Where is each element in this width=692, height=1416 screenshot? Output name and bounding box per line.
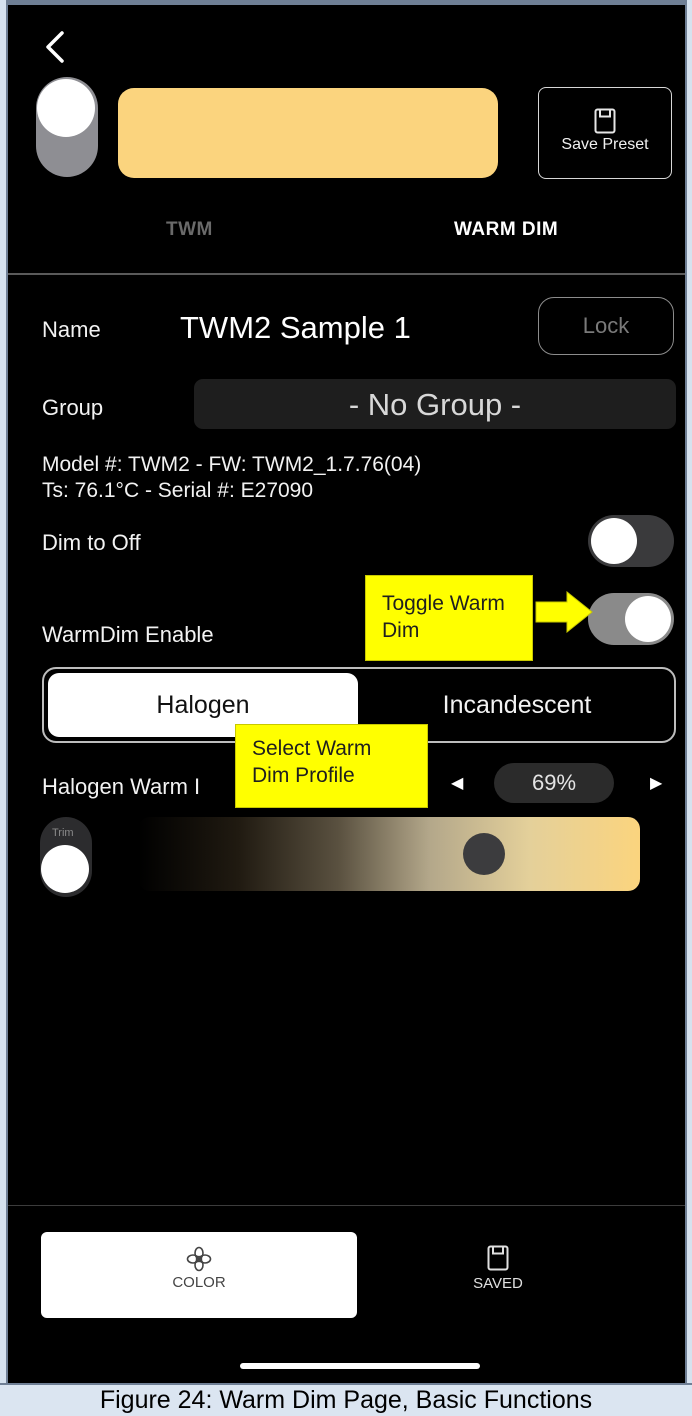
warmdim-enable-label: WarmDim Enable xyxy=(42,622,214,647)
figure-caption: Figure 24: Warm Dim Page, Basic Function… xyxy=(0,1383,692,1416)
bottom-nav-divider xyxy=(8,1205,685,1206)
dim-to-off-label: Dim to Off xyxy=(42,530,141,555)
group-label: Group xyxy=(42,395,104,420)
decrease-arrow-icon[interactable]: ◀ xyxy=(451,773,463,793)
warm-dim-slider[interactable] xyxy=(138,817,640,891)
callout-arrow-icon xyxy=(535,591,593,633)
tab-twm[interactable]: TWM xyxy=(166,219,213,241)
nav-saved-button[interactable]: SAVED xyxy=(438,1245,558,1293)
callout-select-profile: Select Warm Dim Profile xyxy=(235,724,428,808)
save-preset-label: Save Preset xyxy=(561,136,649,153)
frame-right-border xyxy=(685,0,692,1383)
trim-label: Trim xyxy=(52,827,74,839)
save-preset-button[interactable]: Save Preset xyxy=(538,87,672,179)
device-name[interactable]: TWM2 Sample 1 xyxy=(180,310,411,346)
warm-dim-slider-thumb[interactable] xyxy=(463,833,506,875)
document-frame: Save Preset TWM WARM DIM Name TWM2 Sampl… xyxy=(0,0,692,1416)
name-label: Name xyxy=(42,317,101,342)
warm-dim-percent: 69% xyxy=(494,763,614,803)
power-toggle[interactable] xyxy=(36,77,98,177)
save-icon xyxy=(487,1245,509,1271)
lock-button[interactable]: Lock xyxy=(538,297,674,355)
trim-knob xyxy=(41,845,89,893)
callout-toggle-warm-dim: Toggle Warm Dim xyxy=(365,575,533,661)
increase-arrow-icon[interactable]: ▶ xyxy=(650,773,662,793)
model-info: Model #: TWM2 - FW: TWM2_1.7.76(04) xyxy=(42,453,422,476)
home-indicator[interactable] xyxy=(240,1363,480,1369)
tab-warm-dim[interactable]: WARM DIM xyxy=(454,219,558,241)
warmdim-enable-toggle[interactable] xyxy=(588,593,674,645)
warm-dim-level-label: Halogen Warm I xyxy=(42,774,201,799)
phone-screen: Save Preset TWM WARM DIM Name TWM2 Sampl… xyxy=(8,5,685,1383)
group-select[interactable]: - No Group - xyxy=(194,379,676,429)
nav-saved-label: SAVED xyxy=(473,1275,523,1292)
color-swatch xyxy=(118,88,498,178)
dim-to-off-knob xyxy=(591,518,637,564)
trim-toggle[interactable]: Trim xyxy=(40,817,92,897)
nav-color-button[interactable]: COLOR xyxy=(41,1232,357,1318)
warmdim-enable-knob xyxy=(625,596,671,642)
serial-info: Ts: 76.1°C - Serial #: E27090 xyxy=(42,479,314,502)
save-icon xyxy=(594,108,616,134)
flower-icon xyxy=(186,1246,212,1272)
tab-divider xyxy=(8,273,685,275)
dim-to-off-toggle[interactable] xyxy=(588,515,674,567)
mode-tabs: TWM WARM DIM xyxy=(8,205,685,265)
nav-color-label: COLOR xyxy=(172,1274,226,1291)
power-toggle-knob xyxy=(37,79,95,137)
frame-left-border xyxy=(0,0,8,1383)
back-chevron-icon[interactable] xyxy=(36,27,76,67)
